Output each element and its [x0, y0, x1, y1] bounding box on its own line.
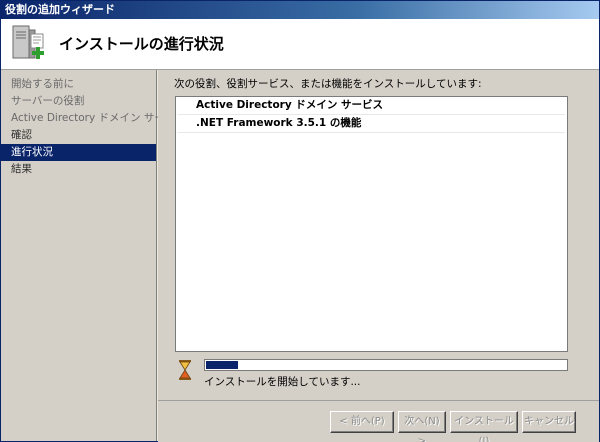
main-panel: 次の役割、役割サービス、または機能をインストールしています: Active Di… — [158, 70, 599, 400]
progress-fill — [206, 361, 238, 369]
cancel-button[interactable]: キャンセル — [522, 411, 576, 433]
back-button[interactable]: < 前へ(P) — [330, 411, 394, 433]
progress-bar — [204, 359, 568, 371]
sidebar-item-ad-domain-services[interactable]: Active Directory ドメイン サービス — [1, 110, 186, 127]
progress-status-text: インストールを開始しています... — [204, 376, 361, 388]
list-item: Active Directory ドメイン サービス — [178, 97, 565, 115]
sidebar-item-before-you-begin[interactable]: 開始する前に — [1, 76, 156, 93]
list-item: .NET Framework 3.5.1 の機能 — [178, 115, 565, 133]
window-title: 役割の追加ウィザード — [5, 3, 115, 16]
install-button[interactable]: インストール(I) — [450, 411, 518, 442]
sidebar-item-results[interactable]: 結果 — [1, 161, 156, 178]
server-add-icon — [12, 25, 44, 59]
title-bar: 役割の追加ウィザード — [1, 1, 599, 19]
sidebar-item-progress[interactable]: 進行状況 — [1, 144, 156, 161]
sidebar-item-confirmation[interactable]: 確認 — [1, 127, 156, 144]
wizard-header: インストールの進行状況 — [1, 19, 599, 70]
wizard-window: 役割の追加ウィザード インストールの進行状況 開始する前に サーバーの役割 Ac… — [0, 0, 600, 442]
progress-area: インストールを開始しています... — [178, 358, 578, 388]
hourglass-icon — [179, 360, 191, 380]
wizard-steps: 開始する前に サーバーの役割 Active Directory ドメイン サービ… — [1, 70, 186, 441]
installing-heading: 次の役割、役割サービス、または機能をインストールしています: — [174, 78, 482, 90]
page-title: インストールの進行状況 — [59, 35, 224, 53]
next-button[interactable]: 次へ(N) > — [398, 411, 446, 442]
sidebar-item-server-roles[interactable]: サーバーの役割 — [1, 93, 156, 110]
installation-list[interactable]: Active Directory ドメイン サービス .NET Framewor… — [175, 96, 568, 352]
wizard-footer: < 前へ(P) 次へ(N) > インストール(I) キャンセル — [158, 400, 599, 442]
